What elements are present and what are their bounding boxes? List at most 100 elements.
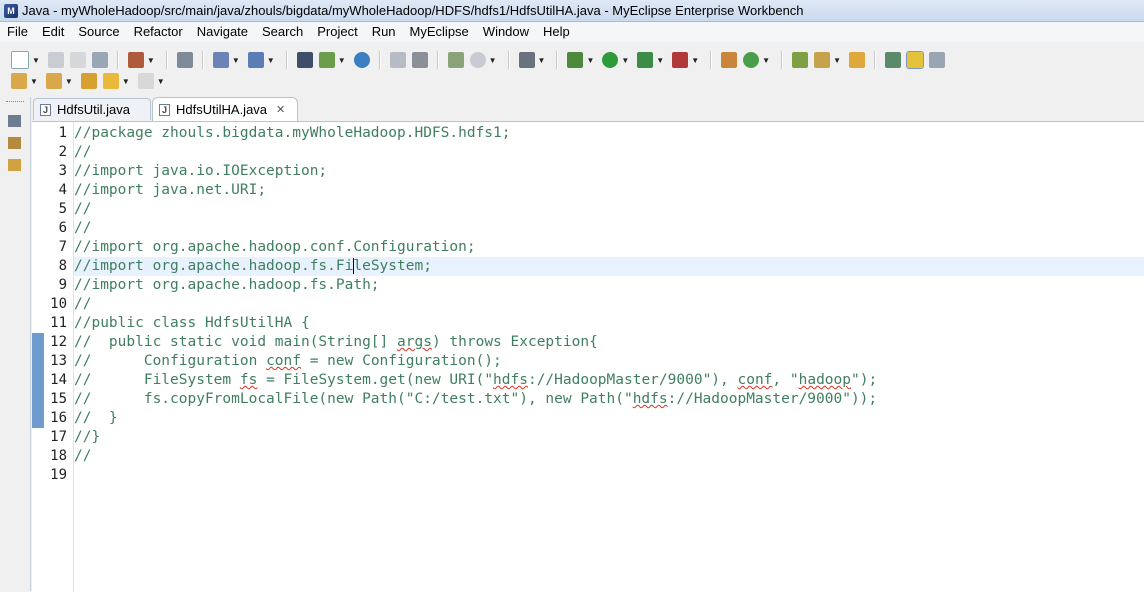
code-line[interactable]: 5 // (59, 200, 1144, 219)
server-dropdown-icon[interactable]: ▼ (147, 56, 155, 65)
code-line[interactable]: 4 //import java.net.URI; (59, 181, 1144, 200)
menu-source[interactable]: Source (71, 22, 126, 42)
run-icon[interactable] (602, 52, 619, 68)
previous-annotation-dropdown-icon[interactable]: ▼ (65, 77, 73, 86)
menu-run[interactable]: Run (365, 22, 403, 42)
code-line[interactable]: 14 // FileSystem fs = FileSystem.get(new … (50, 371, 1144, 390)
code-line[interactable]: 18 // (50, 447, 1144, 466)
next-annotation-icon[interactable] (11, 73, 27, 89)
forward-arrow-icon[interactable] (137, 73, 154, 89)
menu-search[interactable]: Search (255, 22, 310, 42)
line-number: 3 (58, 163, 67, 179)
main-toolbar: ▼ ▼ ▼ ▼ ▼ ▼ ▼ ▼ ▼ ▼ ▼ ▼ ▼ ▼ ▼ ▼ ▼ (0, 45, 1144, 97)
run-server-dropdown-icon[interactable]: ▼ (338, 56, 346, 65)
server-icon[interactable] (127, 52, 144, 68)
last-edit-location-icon[interactable] (80, 73, 97, 89)
pencil-icon[interactable] (814, 52, 831, 68)
code-line[interactable]: 16 // } (50, 409, 1144, 428)
mark-occurrences-icon[interactable] (905, 51, 924, 69)
menu-window[interactable]: Window (476, 22, 536, 42)
open-resource-icon[interactable] (411, 52, 428, 68)
camera-icon[interactable] (518, 52, 535, 68)
next-annotation-dropdown-icon[interactable]: ▼ (30, 77, 38, 86)
code-line[interactable]: 9 //import org.apache.hadoop.fs.Path; (59, 276, 1144, 295)
trim-grip[interactable] (6, 101, 24, 104)
run-dropdown-icon[interactable]: ▼ (621, 56, 629, 65)
pencil-dropdown-icon[interactable]: ▼ (833, 56, 841, 65)
window-title: Java - myWholeHadoop/src/main/java/zhoul… (22, 3, 804, 18)
debug-icon[interactable] (567, 52, 584, 68)
browser-dropdown-icon[interactable]: ▼ (489, 56, 497, 65)
code-line[interactable]: 13 // Configuration conf = new Configurat… (50, 352, 1144, 371)
browser-icon[interactable] (469, 52, 486, 68)
menu-help[interactable]: Help (536, 22, 577, 42)
save-all-icon[interactable] (69, 52, 86, 68)
code-editor[interactable]: 1 //package zhouls.bigdata.myWholeHadoop.… (32, 121, 1144, 592)
forward-dropdown-icon[interactable]: ▼ (157, 77, 165, 86)
code-line[interactable]: 10 // (50, 295, 1144, 314)
line-number: 9 (58, 277, 67, 293)
code-line[interactable]: 1 //package zhouls.bigdata.myWholeHadoop.… (59, 124, 1144, 143)
new-project-icon[interactable] (447, 52, 464, 68)
block-selection-icon[interactable] (928, 52, 945, 68)
code-line[interactable]: 6 // (59, 219, 1144, 238)
code-line[interactable]: 2 // (59, 143, 1144, 162)
code-line[interactable]: 17 //} (50, 428, 1144, 447)
code-line[interactable]: 8 //import org.apache.hadoop.fs.FileSyste… (59, 257, 1144, 276)
java-file-icon: J (40, 103, 51, 116)
back-dropdown-icon[interactable]: ▼ (122, 77, 130, 86)
run-server-icon[interactable] (318, 52, 335, 68)
save-icon[interactable] (47, 52, 64, 68)
close-icon[interactable]: ✕ (276, 103, 285, 116)
web-wizard-dropdown-icon[interactable]: ▼ (267, 56, 275, 65)
back-arrow-icon[interactable] (102, 73, 119, 89)
tab-hdfsutil[interactable]: J HdfsUtil.java (33, 98, 151, 120)
run-last-icon[interactable] (637, 52, 654, 68)
code-line[interactable]: 11 //public class HdfsUtilHA { (50, 314, 1144, 333)
run-last-dropdown-icon[interactable]: ▼ (656, 56, 664, 65)
code-line[interactable]: 15 // fs.copyFromLocalFile(new Path("C:/t… (50, 390, 1144, 409)
menu-refactor[interactable]: Refactor (127, 22, 190, 42)
hierarchy-icon[interactable] (8, 159, 21, 171)
menu-file[interactable]: File (0, 22, 35, 42)
code-line[interactable]: 7 //import org.apache.hadoop.conf.Configu… (59, 238, 1144, 257)
toolbar-separator (378, 51, 381, 69)
web-wizard-icon[interactable] (247, 52, 264, 68)
code-line[interactable]: 3 //import java.io.IOException; (59, 162, 1144, 181)
toolbar-separator (165, 51, 168, 69)
restore-icon[interactable] (8, 115, 21, 127)
code-text: , " (772, 372, 799, 388)
java-file-icon: J (159, 103, 170, 116)
new-class-dropdown-icon[interactable]: ▼ (762, 56, 770, 65)
globe-icon[interactable] (353, 52, 370, 68)
menu-myeclipse[interactable]: MyEclipse (403, 22, 476, 42)
tab-hdfsutilha[interactable]: J HdfsUtilHA.java ✕ (152, 97, 298, 121)
new-package-icon[interactable] (721, 52, 738, 68)
open-type-icon[interactable] (389, 52, 406, 68)
code-line[interactable]: 12 // public static void main(String[] ar… (50, 333, 1144, 352)
code-line[interactable]: 19 (50, 466, 1144, 485)
folder-icon[interactable] (848, 52, 865, 68)
deploy-icon[interactable] (296, 52, 313, 68)
new-dropdown-icon[interactable]: ▼ (32, 56, 40, 65)
external-tools-icon[interactable] (672, 52, 689, 68)
search-icon[interactable] (884, 52, 901, 68)
menu-edit[interactable]: Edit (35, 22, 71, 42)
menu-navigate[interactable]: Navigate (190, 22, 255, 42)
wizard-icon[interactable] (212, 52, 229, 68)
new-class-icon[interactable] (743, 52, 760, 68)
previous-annotation-icon[interactable] (45, 73, 62, 89)
print-icon[interactable] (91, 52, 108, 68)
wizard-dropdown-icon[interactable]: ▼ (232, 56, 240, 65)
terminal-icon[interactable] (176, 52, 193, 68)
open-folder-icon[interactable] (792, 52, 809, 68)
code-area[interactable]: 1 //package zhouls.bigdata.myWholeHadoop.… (50, 124, 1144, 485)
new-file-icon[interactable] (11, 51, 29, 69)
menu-project[interactable]: Project (310, 22, 364, 42)
external-tools-dropdown-icon[interactable]: ▼ (691, 56, 699, 65)
code-text: ://HadoopMaster/9000"), (527, 372, 738, 388)
code-text: // (74, 296, 92, 312)
debug-dropdown-icon[interactable]: ▼ (586, 56, 594, 65)
package-explorer-icon[interactable] (8, 137, 21, 149)
camera-dropdown-icon[interactable]: ▼ (538, 56, 546, 65)
